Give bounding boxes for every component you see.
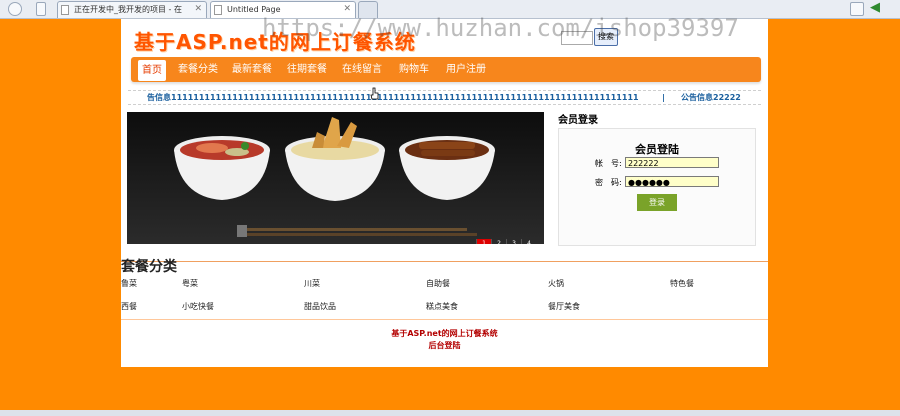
home-icon[interactable] [850,2,864,16]
category-link[interactable]: 特色餐 [670,278,694,289]
password-field[interactable]: ●●●●●● [625,176,719,187]
category-link[interactable]: 粤菜 [182,278,198,289]
notice-item[interactable]: 告信息1111111111111111111111111111111111111… [147,91,639,104]
login-box-title: 会员登陆 [635,143,679,156]
login-button[interactable]: 登录 [637,194,677,211]
divider [121,319,768,320]
watermark: https://www.huzhan.com/ishop39397 [262,14,739,42]
hand-cursor-icon [370,87,379,100]
status-bar [0,410,900,416]
nav-item-past-packages[interactable]: 往期套餐 [284,57,330,82]
category-link[interactable]: 糕点美食 [426,301,458,312]
category-link[interactable]: 甜品饮品 [304,301,336,312]
tab-label: 正在开发中_我开发的项目 - 在 [74,5,182,14]
food-slideshow[interactable]: 12345 [127,112,544,244]
category-link[interactable]: 西餐 [121,301,137,312]
pager-button[interactable]: 2 [491,239,506,244]
login-panel: 会员登陆 帐 号: 222222 密 码: ●●●●●● 登录 [558,128,756,246]
browser-tab-project[interactable]: 正在开发中_我开发的项目 - 在 ✕ [57,1,207,18]
pager-button[interactable]: 1 [476,239,491,244]
nav-item-register[interactable]: 用户注册 [443,57,489,82]
page-icon [61,5,69,15]
login-section-title: 会员登录 [558,115,598,126]
slideshow-pager: 12345 [476,235,544,244]
pager-button[interactable]: 3 [506,239,521,244]
category-link[interactable]: 小吃快餐 [182,301,214,312]
categories-title: 套餐分类 [121,259,177,275]
divider [121,261,768,262]
nav-item-online-message[interactable]: 在线留言 [339,57,385,82]
nav-item-latest-packages[interactable]: 最新套餐 [229,57,275,82]
nav-item-home[interactable]: 首页 [138,60,166,81]
main-nav: 首页 套餐分类 最新套餐 往期套餐 在线留言 购物车 用户注册 [131,57,761,82]
tab-label: Untitled Page [227,5,281,14]
pager-button[interactable]: 4 [521,239,536,244]
nav-item-cart[interactable]: 购物车 [394,57,434,82]
username-label: 帐 号: [595,159,622,168]
cloud-icon[interactable] [8,2,22,16]
notice-separator: | [662,93,665,102]
page-icon[interactable] [36,2,46,16]
category-link[interactable]: 餐厅美食 [548,301,580,312]
footer: 基于ASP.net的网上订餐系统 后台登陆 [121,328,768,352]
notice-item[interactable]: 公告信息22222 [681,91,741,104]
nav-item-package-categories[interactable]: 套餐分类 [175,57,221,82]
food-bowls-image [127,112,544,244]
close-icon[interactable]: ✕ [194,2,202,17]
back-arrow-icon[interactable]: ◀ [870,1,884,16]
notice-bar: 告信息1111111111111111111111111111111111111… [128,90,761,105]
page-icon [214,5,222,15]
admin-login-link[interactable]: 后台登陆 [121,340,768,352]
password-label: 密 码: [595,178,622,187]
username-field[interactable]: 222222 [625,157,719,168]
category-link[interactable]: 火锅 [548,278,564,289]
category-link[interactable]: 自助餐 [426,278,450,289]
category-link[interactable]: 川菜 [304,278,320,289]
footer-site-name: 基于ASP.net的网上订餐系统 [391,329,498,338]
category-link[interactable]: 鲁菜 [121,278,137,289]
web-page: 基于ASP.net的网上订餐系统 搜索 首页 套餐分类 最新套餐 往期套餐 在线… [121,19,768,367]
